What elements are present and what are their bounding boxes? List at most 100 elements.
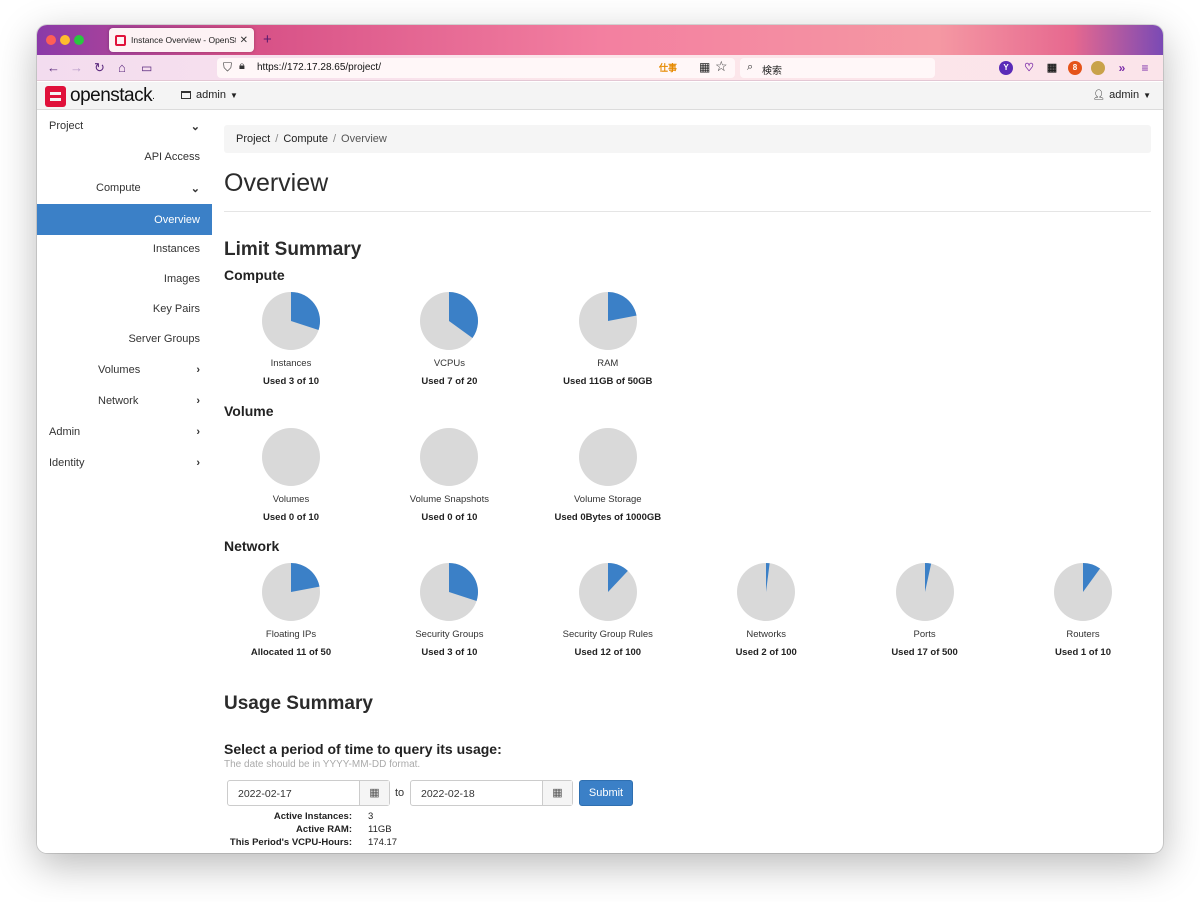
extensions-grid-icon[interactable]: ▦ — [1045, 61, 1059, 75]
pie-usage: Allocated 11 of 50 — [250, 647, 332, 658]
pie-usage: Used 11GB of 50GB — [563, 376, 653, 387]
reload-icon[interactable]: ↻ — [94, 60, 105, 76]
pocket-icon[interactable]: ♡ — [1022, 61, 1036, 75]
openstack-logo[interactable]: openstack. — [45, 85, 155, 107]
sidebar-item-key-pairs[interactable]: Key Pairs — [37, 294, 212, 324]
limit-chart-volume-storage: Volume Storage Used 0Bytes of 1000GB — [541, 427, 675, 523]
volume-section-title: Volume — [224, 403, 274, 419]
pie-label: RAM — [597, 358, 619, 369]
stat-value: 174.17 — [368, 837, 398, 848]
search-bar[interactable]: ⌕ 検索 — [740, 58, 935, 78]
new-tab-icon[interactable]: + — [263, 31, 272, 48]
back-icon[interactable]: ← — [47, 60, 60, 76]
sidebar-item-instances[interactable]: Instances — [37, 234, 212, 264]
sidebar-item-label: Instances — [152, 243, 200, 255]
sidebar-item-label: Network — [98, 395, 139, 407]
shield-icon[interactable]: ⛉ — [223, 60, 232, 75]
start-date-value: 2022-02-17 — [238, 788, 292, 800]
close-window-button[interactable] — [46, 35, 56, 45]
caret-down-icon: ▼ — [1143, 90, 1151, 100]
sidebar-item-compute[interactable]: Compute ⌄ — [37, 173, 212, 203]
chevron-right-icon: › — [196, 457, 200, 469]
lock-icon[interactable]: 🔒︎ — [239, 60, 245, 73]
openstack-logo-icon — [45, 85, 66, 107]
calendar-icon[interactable]: ▦ — [542, 781, 572, 805]
sidebar: Project ⌄ API Access Compute ⌄ Overview … — [37, 111, 212, 853]
logo-dot: . — [152, 90, 155, 102]
breadcrumb-separator: / — [275, 133, 279, 145]
limit-chart-floating-ips: Floating IPs Allocated 11 of 50 — [224, 562, 358, 658]
start-date-field[interactable]: 2022-02-17 ▦ — [227, 780, 390, 806]
search-input[interactable]: 検索 — [762, 62, 782, 77]
sidebar-item-overview[interactable]: Overview — [37, 204, 212, 235]
pie-label: Floating IPs — [265, 629, 317, 640]
sidebar-toggle-icon[interactable]: ▭ — [141, 60, 152, 76]
yahoo-extension-icon[interactable]: Y — [999, 61, 1013, 75]
breadcrumb-separator: / — [332, 133, 337, 145]
title-divider — [224, 211, 1151, 212]
browser-tab[interactable]: Instance Overview - OpenStack ✕ — [109, 28, 254, 52]
forward-icon[interactable]: → — [70, 60, 83, 76]
work-container-badge[interactable]: 仕事 — [659, 61, 677, 74]
limit-chart-routers: Routers Used 1 of 10 — [1016, 562, 1150, 658]
pie-usage: Used 17 of 500 — [891, 647, 958, 658]
home-icon[interactable]: ⌂ — [118, 60, 126, 76]
pie-usage: Used 2 of 100 — [735, 647, 797, 658]
sidebar-item-project[interactable]: Project ⌄ — [37, 111, 212, 141]
end-date-field[interactable]: 2022-02-18 ▦ — [410, 780, 573, 806]
sidebar-item-images[interactable]: Images — [37, 264, 212, 294]
limit-chart-ports: Ports Used 17 of 500 — [858, 562, 992, 658]
pie-usage: Used 3 of 10 — [421, 647, 478, 658]
minimize-window-button[interactable] — [60, 35, 70, 45]
chevron-down-icon: ⌄ — [190, 182, 200, 195]
misc-extension-icon[interactable] — [1091, 61, 1105, 75]
network-section-title: Network — [224, 538, 280, 554]
overflow-icon[interactable]: » — [1115, 61, 1129, 75]
pie-label: Volumes — [272, 494, 310, 505]
apps-grid-icon[interactable]: ▦ — [699, 60, 710, 74]
pie-chart — [578, 563, 637, 621]
stat-label: Active Instances: — [273, 811, 352, 822]
sidebar-item-admin[interactable]: Admin › — [37, 417, 212, 447]
pie-label: Instances — [270, 358, 312, 369]
tab-close-icon[interactable]: ✕ — [240, 35, 248, 46]
sidebar-item-identity[interactable]: Identity › — [37, 448, 212, 478]
sidebar-item-label: Identity — [49, 457, 85, 469]
project-switcher[interactable]: admin ▼ — [181, 89, 238, 101]
sidebar-item-volumes[interactable]: Volumes › — [37, 355, 212, 385]
pie-label: Ports — [913, 629, 936, 640]
blocker-extension-icon[interactable]: 8 — [1068, 61, 1082, 75]
pie-chart — [737, 563, 796, 621]
limit-chart-vcpus: VCPUs Used 7 of 20 — [382, 291, 516, 387]
search-icon: ⌕ — [747, 61, 754, 73]
limit-chart-ram: RAM Used 11GB of 50GB — [541, 291, 675, 387]
breadcrumb-compute[interactable]: Compute — [283, 133, 328, 145]
stat-value: 11GB — [368, 824, 392, 835]
chevron-down-icon: ⌄ — [190, 120, 200, 133]
pie-chart — [262, 563, 320, 621]
sidebar-item-network[interactable]: Network › — [37, 386, 212, 416]
sidebar-item-label: Admin — [49, 426, 81, 438]
to-label: to — [395, 787, 405, 799]
pie-usage: Used 12 of 100 — [574, 647, 642, 658]
url-bar[interactable]: ⛉ 🔒︎ https://172.17.28.65/project/ 仕事 ▦ … — [217, 58, 735, 78]
submit-button[interactable]: Submit — [579, 780, 633, 806]
bookmark-star-icon[interactable]: ☆ — [715, 58, 728, 75]
url-text: https://172.17.28.65/project/ — [257, 62, 381, 73]
breadcrumb-overview: Overview — [341, 133, 387, 145]
project-icon — [181, 91, 191, 99]
user-menu[interactable]: 👤︎ admin ▼ — [1092, 89, 1151, 101]
browser-window: Instance Overview - OpenStack ✕ + ← → ↻ … — [37, 25, 1163, 853]
logo-text: openstack — [70, 85, 153, 106]
breadcrumb-project[interactable]: Project — [236, 133, 270, 145]
menu-icon[interactable]: ≡ — [1138, 61, 1152, 75]
sidebar-item-server-groups[interactable]: Server Groups — [37, 324, 212, 354]
calendar-icon[interactable]: ▦ — [359, 781, 389, 805]
main-content: Project / Compute / Overview Overview Limit … — [224, 111, 1151, 853]
limit-summary-title: Limit Summary — [224, 239, 362, 260]
limit-chart-security-group-rules: Security Group Rules Used 12 of 100 — [541, 562, 675, 658]
pie-usage: Used 1 of 10 — [1055, 647, 1111, 658]
nav-bar: ← → ↻ ⌂ ▭ ⛉ 🔒︎ https://172.17.28.65/proj… — [37, 55, 1163, 81]
sidebar-item-api-access[interactable]: API Access — [37, 142, 212, 172]
zoom-window-button[interactable] — [74, 35, 84, 45]
